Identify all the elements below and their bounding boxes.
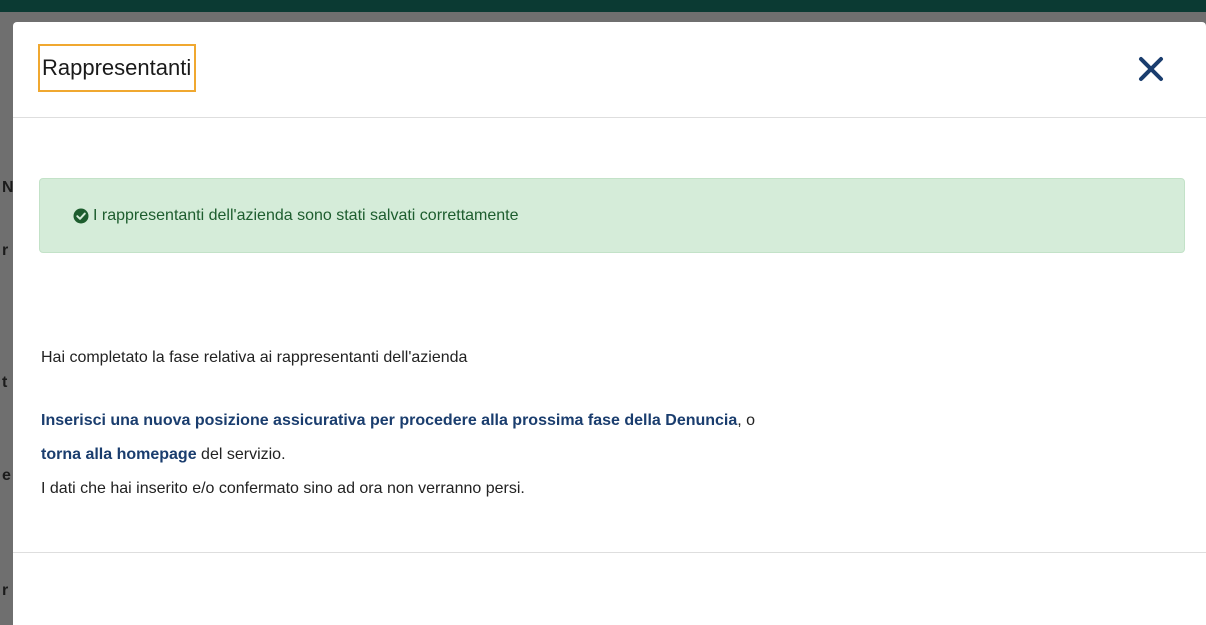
- completed-phase-text: Hai completato la fase relativa ai rappr…: [41, 349, 468, 366]
- backdrop-text-fragment: r: [2, 582, 9, 599]
- backdrop-text-fragment: e: [2, 467, 11, 484]
- footer-divider: [13, 552, 1206, 553]
- homepage-paragraph: torna alla homepage del servizio.: [41, 445, 286, 465]
- backdrop-topbar: [0, 0, 1206, 12]
- data-kept-text: I dati che hai inserito e/o confermato s…: [41, 480, 525, 497]
- success-alert: I rappresentanti dell'azienda sono stati…: [39, 178, 1185, 253]
- modal-header: Rappresentanti: [13, 22, 1206, 118]
- close-icon: [1131, 49, 1171, 89]
- backdrop-text-fragment: t: [2, 374, 8, 391]
- close-button[interactable]: [1131, 49, 1171, 89]
- representatives-modal: Rappresentanti I rappresentanti dell'azi…: [13, 22, 1206, 625]
- backdrop-text-fragment: r: [2, 242, 9, 259]
- homepage-link[interactable]: torna alla homepage: [41, 446, 197, 463]
- next-step-paragraph: Inserisci una nuova posizione assicurati…: [41, 411, 755, 431]
- modal-title: Rappresentanti: [38, 44, 197, 92]
- check-circle-icon: [73, 208, 89, 224]
- success-alert-text: I rappresentanti dell'azienda sono stati…: [93, 206, 519, 224]
- link-separator-text: , o: [737, 412, 756, 429]
- new-position-link[interactable]: Inserisci una nuova posizione assicurati…: [41, 412, 737, 429]
- homepage-suffix-text: del servizio.: [196, 446, 286, 463]
- backdrop-text-fragment: N: [2, 179, 14, 196]
